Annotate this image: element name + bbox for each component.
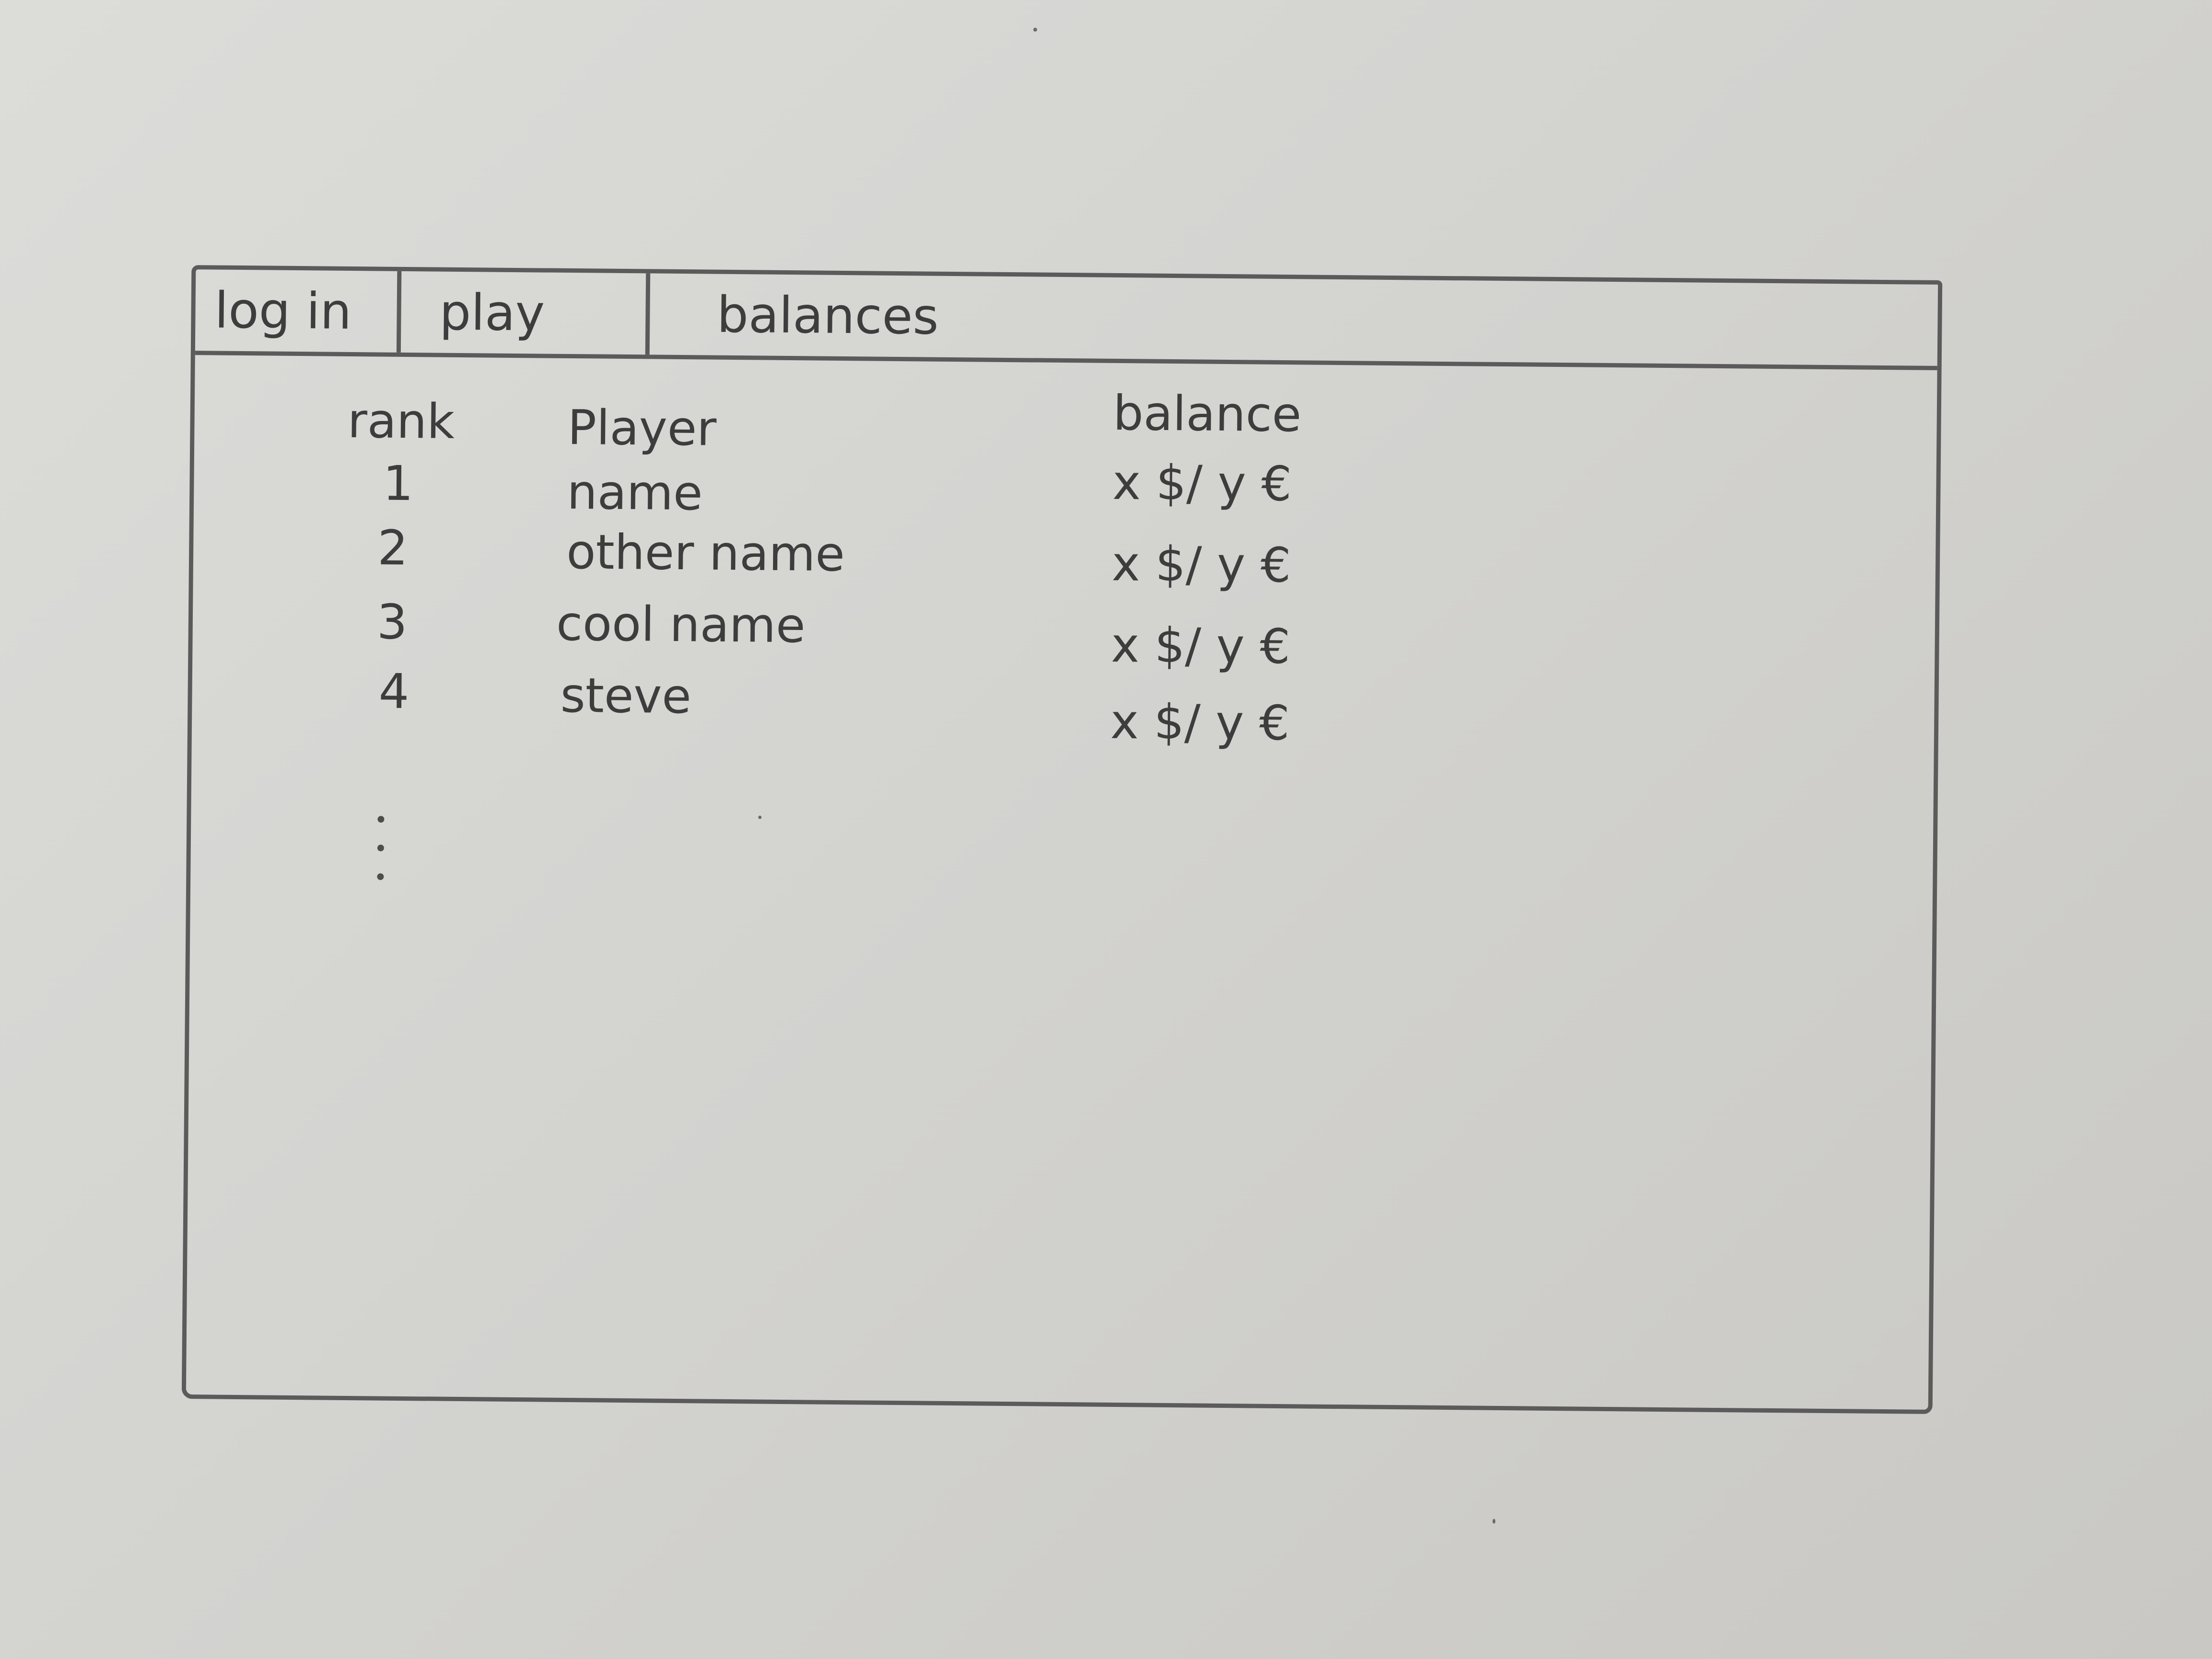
- table-row-player[interactable]: other name: [566, 524, 845, 582]
- table-row-player[interactable]: name: [567, 464, 703, 521]
- table-row-rank: 4: [378, 663, 409, 720]
- paper-speck: [1493, 1519, 1495, 1524]
- tab-log-in-label: log in: [214, 281, 352, 341]
- leaderboard-panel: rank Player balance 1 name x $/ y € 2 ot…: [186, 355, 1937, 1410]
- table-row-balance: x $/ y €: [1110, 693, 1290, 752]
- tab-balances-label: balances: [717, 285, 939, 346]
- table-row-balance: x $/ y €: [1112, 454, 1292, 512]
- table-row-rank: 1: [382, 455, 414, 512]
- tab-bar: log in play balances: [195, 269, 1938, 370]
- balance-column-header: balance: [1113, 385, 1302, 443]
- rank-column-header: rank: [347, 392, 455, 450]
- player-column-header: Player: [567, 399, 717, 457]
- table-row-player[interactable]: cool name: [556, 596, 806, 654]
- table-row-rank: 2: [377, 520, 409, 576]
- table-row-balance: x $/ y €: [1111, 535, 1292, 594]
- tab-log-in[interactable]: log in: [195, 269, 402, 353]
- table-row-player[interactable]: steve: [560, 667, 692, 724]
- app-window: log in play balances rank Player balance…: [181, 265, 1943, 1414]
- tab-balances[interactable]: balances: [650, 273, 1938, 365]
- table-row-rank: 3: [376, 594, 408, 651]
- table-row-balance: x $/ y €: [1111, 617, 1291, 675]
- more-rows-ellipsis: [375, 816, 390, 902]
- ellipsis-dot: [377, 816, 385, 823]
- tab-play[interactable]: play: [400, 271, 651, 355]
- tab-play-label: play: [439, 283, 545, 343]
- ellipsis-dot: [377, 844, 384, 852]
- paper-speck: [1033, 28, 1037, 32]
- ellipsis-dot: [377, 873, 384, 880]
